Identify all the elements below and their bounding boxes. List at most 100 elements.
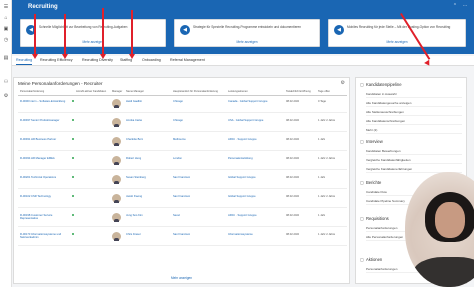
status-dot [72,176,74,178]
table-row[interactable]: R-00102 CSR Technology Jacob Kwong San F… [18,192,347,208]
panel-link[interactable]: Vergleiche Kandidatenfähigkeiten [366,158,462,164]
annotation-arrow [34,14,36,54]
section-candidate-pipeline: ▢ Kandidatenpipeline [360,82,402,87]
manager-name[interactable]: Heidi Gaelbin [126,100,142,103]
table-row[interactable]: R-00173 Informationssysteme und Netzwerk… [18,230,347,246]
requisition-link[interactable]: R-00937 Senior Produktmanager [20,119,70,122]
megaphone-icon: ◀ [180,25,190,35]
manager-name[interactable]: Jung Soo Kim [126,214,143,217]
annotation-arrow [131,10,133,54]
organization[interactable]: USA · Global Support Gruppe [228,119,284,122]
clock-icon[interactable]: ◷ [3,38,9,43]
col-location[interactable]: Hauptstandort für Personalanforderung [173,90,218,93]
show-more-link[interactable]: Mehr anzeigen [21,40,165,44]
briefcase-icon[interactable]: ▣ [3,27,9,32]
home-icon[interactable]: ⌂ [3,16,9,21]
location[interactable]: Seoul [173,214,180,217]
days-open: 1 Jahr 2 Jahre [318,233,336,236]
document-icon[interactable]: ▤ [3,56,9,61]
requisition-icon: ▢ [360,216,364,221]
days-open: 1 Jahr [318,138,326,141]
manager-name[interactable]: Annika Carter [126,119,142,122]
collapse-icon[interactable]: ⌃ [452,3,458,9]
manager-name[interactable]: Jacob Kwong [126,195,142,198]
section-title: Aktionen [365,257,383,262]
location[interactable]: Chicago [173,100,183,103]
col-manager[interactable]: Manager [112,90,122,93]
show-more-link[interactable]: Mehr anzeigen [14,276,349,280]
panel-link[interactable]: Alle Stellenausschreibungen [366,110,462,116]
col-active-candidates[interactable]: Anzahl aktiver Kandidaten [76,90,106,93]
requisition-link[interactable]: R-00198 Customer Service Representative [20,214,70,221]
manager-name[interactable]: Charlotte Boro [126,138,143,141]
table-row[interactable]: R-00937 Senior Produktmanager Annika Car… [18,116,347,132]
annotation-arrow-head [32,54,38,59]
location[interactable]: Chicago [173,119,183,122]
menu-icon[interactable]: ☰ [3,5,9,10]
organization[interactable]: Global Support Gruppe [228,195,284,198]
section-title: Requisitions [365,216,389,221]
show-more-link[interactable]: Mehr anzeigen [329,40,465,44]
requisition-link[interactable]: R-00173 Informationssysteme und Netzwerk… [20,233,70,240]
table-row[interactable]: R-00931 HR Business Partner Charlotte Bo… [18,135,347,151]
location[interactable]: San Francisco [173,176,190,179]
opened-date: 08.02.2021 [286,195,300,198]
opened-date: 08.02.2021 [286,214,300,217]
location[interactable]: Melbourne [173,138,186,141]
page-title: Recruiting [28,4,58,10]
settings-icon[interactable]: ⚙ [3,94,9,99]
panel-link[interactable]: Kandidaten Bewerbungen [366,149,462,155]
people-icon[interactable]: ⚇ [3,80,9,85]
card-text: Mobiles Recruiting für jede Stelle – Mit… [347,25,451,29]
opened-date: 08.02.2021 [286,138,300,141]
panel-link[interactable]: Kandidaten in Auswahl [366,92,462,98]
table-row[interactable]: R-00034 HR Manager EMEA Robert Hung Lond… [18,154,347,170]
location[interactable]: London [173,157,182,160]
table-row[interactable]: R-0000 Intern – Software-Entwicklung Hei… [18,97,347,113]
interview-icon: ▢ [360,139,364,144]
gear-icon[interactable]: ⚙ [341,80,345,86]
manager-name[interactable]: Susan Steinberg [126,176,146,179]
opened-date: 08.02.2021 [286,119,300,122]
panel-link[interactable]: Mehr (2) [366,128,462,134]
organization[interactable]: APAC · Support Gruppe [228,214,284,217]
requisition-link[interactable]: R-00034 HR Manager EMEA [20,157,70,160]
col-manager-name[interactable]: Name Manager [126,90,144,93]
requisition-link[interactable]: R-0000 Intern – Software-Entwicklung [20,100,70,103]
section-interview: ▢ Interview [360,139,383,144]
location[interactable]: San Francisco [173,233,190,236]
announcement-card-3[interactable]: ◀ Mobiles Recruiting für jede Stelle – M… [328,19,466,47]
tab-recruiting-diversity[interactable]: Recruiting Diversity [82,58,113,64]
manager-name[interactable]: Chris Fraser [126,233,141,236]
organization[interactable]: Informationssysteme [228,233,284,236]
col-requisition[interactable]: Personalanforderung [20,90,44,93]
organization[interactable]: Personalentwicklung [228,157,284,160]
col-days-open[interactable]: Tage offen [318,90,330,93]
tab-onboarding[interactable]: Onboarding [142,58,161,64]
tab-referral-management[interactable]: Referral Management [170,58,205,64]
table-row[interactable]: R-00198 Customer Service Representative … [18,211,347,227]
manager-name[interactable]: Robert Hung [126,157,141,160]
tab-recruiting[interactable]: Recruiting [16,58,33,65]
col-opened[interactable]: Tatsächlich Eröffnung [286,90,311,93]
col-org[interactable]: Leistungsebenen [228,90,248,93]
avatar [112,118,121,127]
avatar [112,194,121,203]
organization[interactable]: Global Support Gruppe [228,176,284,179]
avatar [112,137,121,146]
organization[interactable]: APAC · Support Gruppe [228,138,284,141]
days-open: 1 Jahr 2 Jahre [318,157,336,160]
table-row[interactable]: R-00201 Technical Operations Susan Stein… [18,173,347,189]
organization[interactable]: Canada · Global Support Gruppe [228,100,284,103]
location[interactable]: San Francisco [173,195,190,198]
panel-link[interactable]: Alle Kandidatenschreibungen [366,119,462,125]
show-more-link[interactable]: Mehr anzeigen [175,40,319,44]
announcement-card-1[interactable]: ◀ Schnelle Möglichkeit zur Bearbeitung v… [20,19,166,47]
requisition-link[interactable]: R-00201 Technical Operations [20,176,70,179]
requisition-link[interactable]: R-00102 CSR Technology [20,195,70,198]
panel-link[interactable]: Alle Kandidatengesuche anzeigen [366,101,462,107]
more-icon[interactable]: ⋯ [462,3,468,9]
annotation-arrow-head [100,54,106,59]
requisition-link[interactable]: R-00931 HR Business Partner [20,138,70,141]
announcement-card-2[interactable]: ◀ Strategie für Spezielle Recruiting-Pro… [174,19,320,47]
